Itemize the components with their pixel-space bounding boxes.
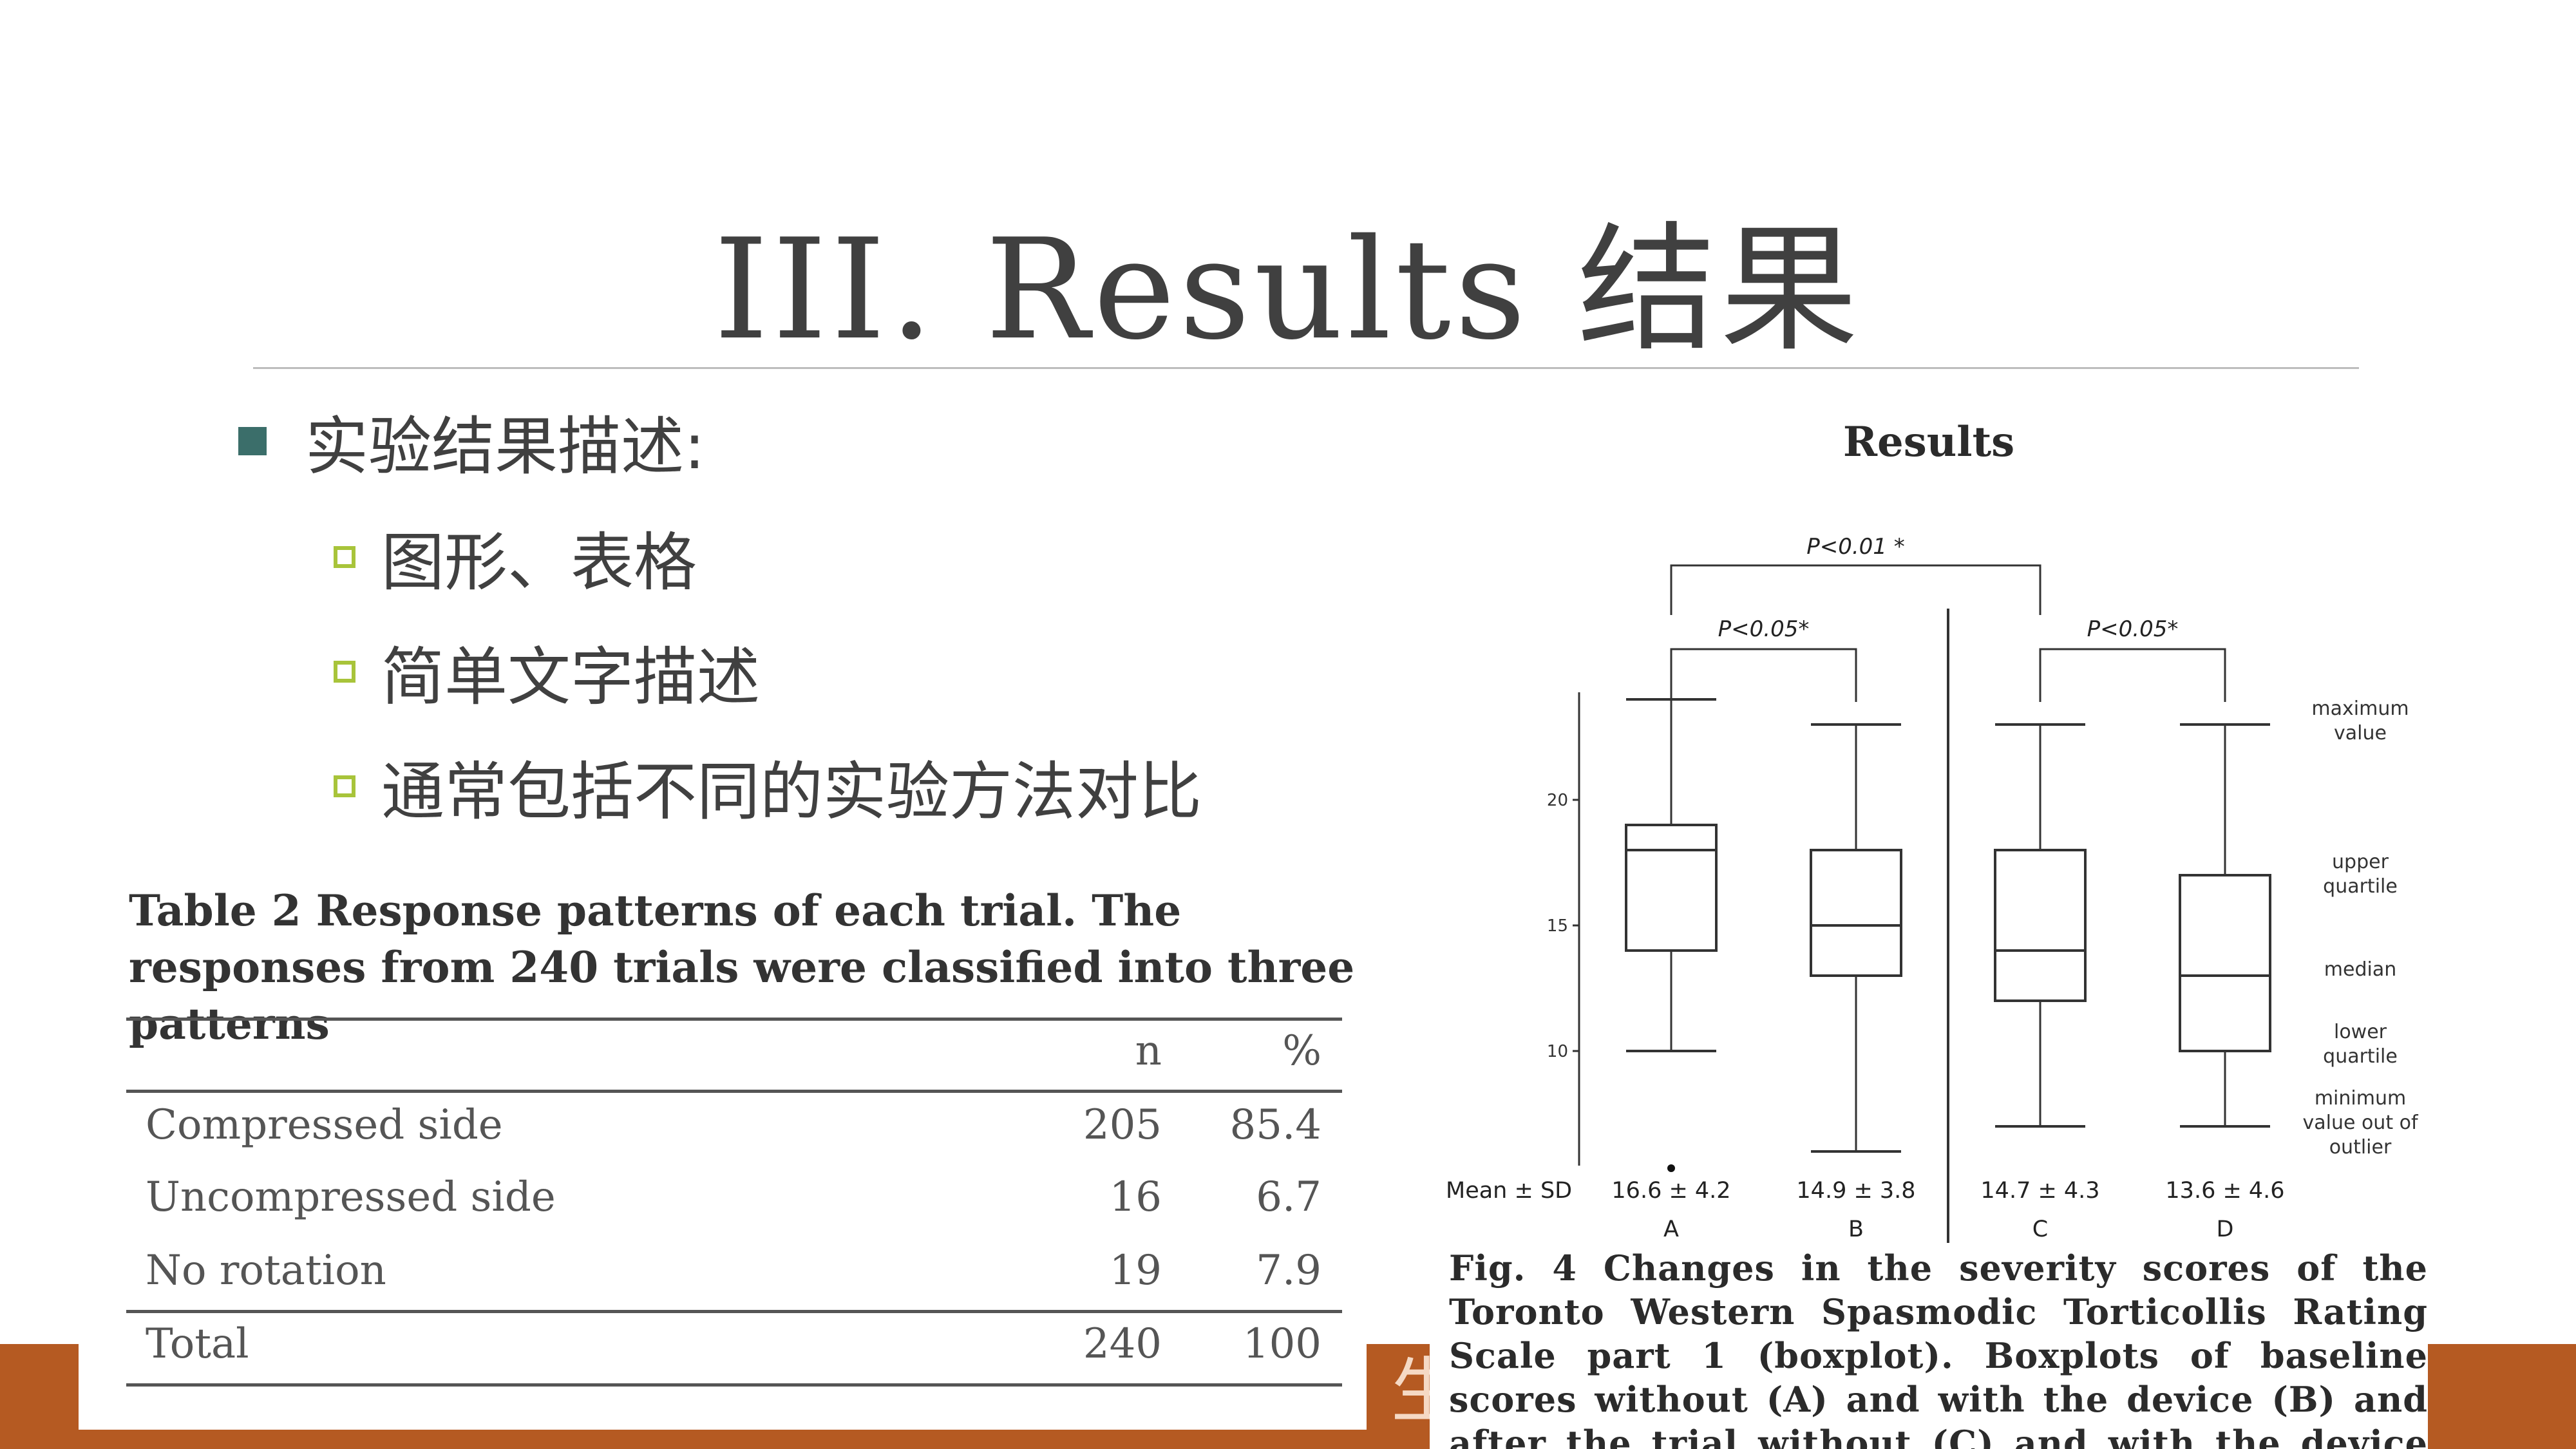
table-cell-pct: 85.4 [1229, 1101, 1322, 1149]
key-label: upper [2332, 851, 2389, 873]
table-bottom-rule [126, 1383, 1342, 1387]
key-label: maximum [2311, 697, 2409, 720]
bullet-sub-text: 图形、表格 [381, 526, 697, 600]
bullet-square-icon [238, 427, 267, 455]
comparison-bracket [1670, 648, 1857, 702]
box-iqr [1625, 824, 1718, 952]
slide-title: III. Results 结果 [714, 209, 1862, 370]
bullet-sub-text: 简单文字描述 [381, 641, 761, 714]
table-total-label: Total [146, 1320, 249, 1368]
table-total-rule [126, 1310, 1342, 1313]
figure-panel: Results 10 15 20 16.6 ± 4.2 A 14.9 ± 3.8 B 14.7 … [1430, 399, 2428, 1449]
key-label: value out of [2302, 1112, 2419, 1134]
key-label: minimum [2315, 1087, 2406, 1110]
table-cell-label: Uncompressed side [146, 1173, 556, 1221]
table-row: Compressed side 205 85.4 [126, 1095, 1342, 1159]
table-panel: Table 2 Response patterns of each trial.… [79, 844, 1367, 1430]
group-label: D [2217, 1217, 2234, 1242]
mean-sd-row-label: Mean ± SD [1446, 1178, 1572, 1204]
figure-caption: Fig. 4 Changes in the severity scores of… [1449, 1247, 2428, 1449]
comparison-bracket [1670, 564, 2041, 615]
mean-sd-label: 13.6 ± 4.6 [2165, 1178, 2284, 1204]
table-cell-pct: 6.7 [1256, 1173, 1321, 1221]
box-iqr [1994, 849, 2087, 1002]
y-tick-label: 20 [1547, 791, 1568, 810]
outlier-point [1667, 1164, 1675, 1172]
table-header-rule [126, 1090, 1342, 1093]
chart-title: Results [1843, 418, 2014, 466]
bullet-hollow-square-icon [334, 661, 355, 683]
table-total-pct: 100 [1242, 1320, 1321, 1368]
table-header-row: n % [126, 1021, 1342, 1085]
table-total-n: 240 [1083, 1320, 1162, 1368]
bullet-hollow-square-icon [334, 775, 355, 797]
group-label: C [2032, 1217, 2048, 1242]
bullet-sub-3: 通常包括不同的实验方法对比 [334, 744, 1202, 829]
comparison-label: P<0.01 * [1806, 534, 1905, 560]
comparison-label: P<0.05* [2087, 616, 2179, 642]
bullet-main: 实验结果描述: [238, 399, 705, 484]
key-label: quartile [2323, 1045, 2398, 1068]
table-row: No rotation 19 7.9 [126, 1240, 1342, 1305]
box-iqr [1810, 849, 1902, 977]
bullet-sub-2: 简单文字描述 [334, 630, 760, 714]
table-cell-label: Compressed side [146, 1101, 503, 1149]
key-label: outlier [2329, 1136, 2392, 1159]
table-cell-n: 19 [1109, 1247, 1162, 1294]
table-cell-label: No rotation [146, 1247, 386, 1294]
boxplot-chart: Results 10 15 20 16.6 ± 4.2 A 14.9 ± 3.8 B 14.7 … [1446, 418, 2419, 1243]
mean-sd-label: 14.7 ± 4.3 [1980, 1178, 2099, 1204]
bullet-sub-text: 通常包括不同的实验方法对比 [381, 755, 1202, 829]
group-label: B [1848, 1217, 1864, 1242]
table-header-n: n [1135, 1027, 1162, 1075]
title-divider [253, 367, 2359, 369]
mean-sd-label: 16.6 ± 4.2 [1611, 1178, 1730, 1204]
key-label: quartile [2323, 875, 2398, 898]
group-label: A [1663, 1217, 1679, 1242]
key-label: median [2324, 958, 2396, 981]
table-total-row: Total 240 100 [126, 1314, 1342, 1378]
comparison-label: P<0.05* [1718, 616, 1810, 642]
y-tick-label: 15 [1547, 916, 1568, 936]
table-header-pct: % [1282, 1027, 1321, 1075]
bullet-sub-1: 图形、表格 [334, 515, 697, 600]
key-label: value [2334, 722, 2387, 744]
table-cell-n: 16 [1109, 1173, 1162, 1221]
y-tick-label: 10 [1547, 1042, 1568, 1061]
bullet-hollow-square-icon [334, 546, 355, 568]
bullet-main-text: 实验结果描述: [305, 410, 706, 484]
mean-sd-label: 14.9 ± 3.8 [1796, 1178, 1915, 1204]
comparison-bracket [2039, 648, 2226, 702]
box-iqr [2179, 874, 2271, 1052]
table-row: Uncompressed side 16 6.7 [126, 1167, 1342, 1231]
key-label: lower [2334, 1021, 2387, 1043]
table-cell-pct: 7.9 [1256, 1247, 1321, 1294]
table-cell-n: 205 [1083, 1101, 1162, 1149]
